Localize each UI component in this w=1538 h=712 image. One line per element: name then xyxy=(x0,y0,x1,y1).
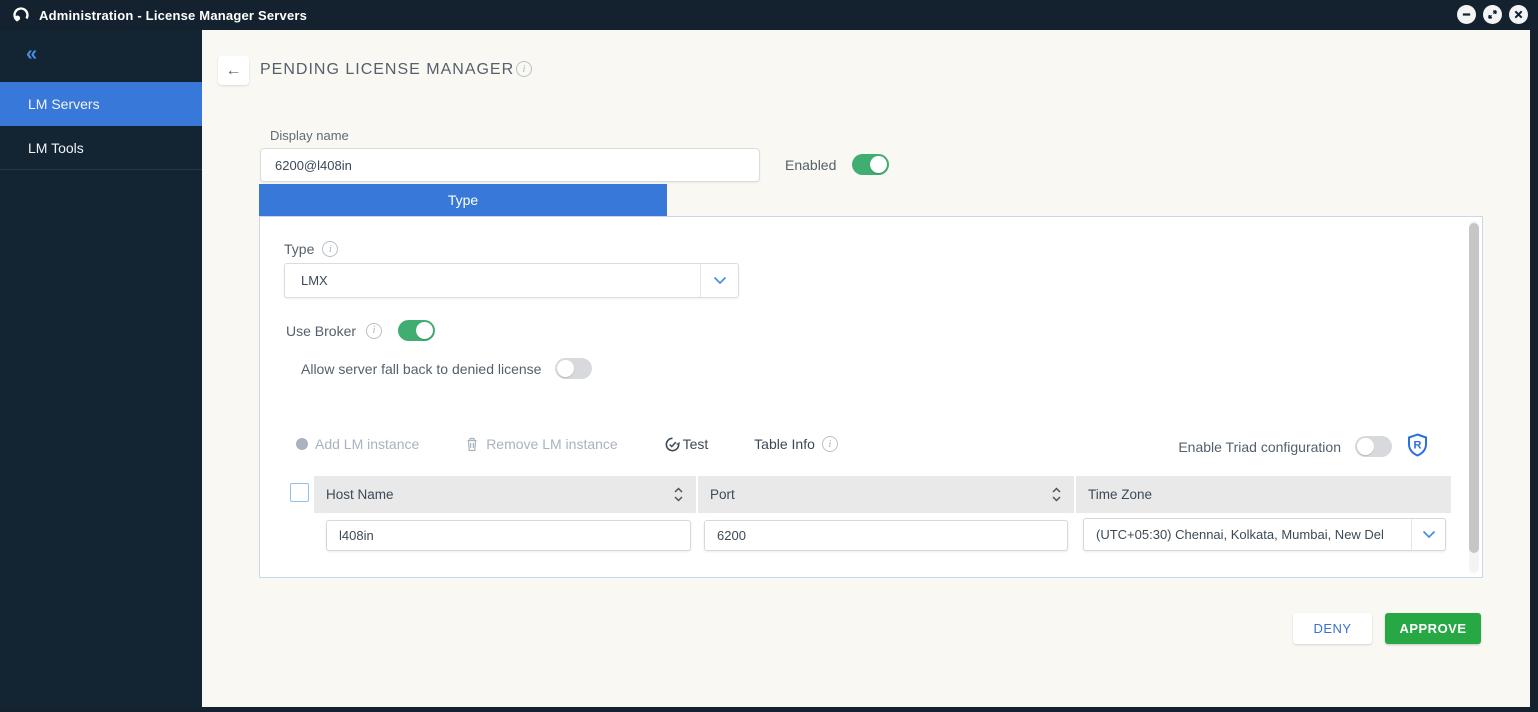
port-input[interactable] xyxy=(704,520,1068,551)
host-name-input[interactable] xyxy=(326,520,691,551)
triad-label: Enable Triad configuration xyxy=(1178,438,1341,455)
table-header: Host Name Port Time Zone xyxy=(314,476,1451,513)
toggle-knob xyxy=(870,156,887,173)
column-label: Port xyxy=(710,487,735,502)
display-name-input[interactable] xyxy=(260,148,760,182)
table-info-button[interactable]: Table Info i xyxy=(754,436,838,453)
instance-toolbar: Add LM instance Remove LM instance Test … xyxy=(296,433,1458,460)
shield-r-icon: R xyxy=(1408,433,1427,457)
sidebar-item-lm-servers[interactable]: LM Servers xyxy=(0,82,202,126)
test-label: Test xyxy=(682,436,709,453)
close-button[interactable] xyxy=(1509,5,1528,24)
test-button[interactable]: Test xyxy=(664,436,709,453)
add-lm-instance-button[interactable]: Add LM instance xyxy=(296,436,419,452)
tab-bar: Type xyxy=(259,184,1481,216)
use-broker-label: Use Broker xyxy=(286,322,357,339)
enabled-toggle[interactable] xyxy=(852,154,889,175)
column-header-host-name[interactable]: Host Name xyxy=(314,476,698,513)
fallback-toggle[interactable] xyxy=(555,358,593,379)
use-broker-info-icon[interactable]: i xyxy=(366,322,383,339)
chevron-down-icon xyxy=(700,264,738,297)
display-name-label: Display name xyxy=(270,128,349,143)
sort-icon[interactable] xyxy=(673,486,684,503)
scrollbar-thumb[interactable] xyxy=(1469,223,1479,553)
type-info-icon[interactable]: i xyxy=(322,241,339,257)
svg-text:R: R xyxy=(1414,440,1422,452)
fallback-label: Allow server fall back to denied license xyxy=(301,360,542,377)
test-icon xyxy=(665,437,680,452)
chevron-down-icon xyxy=(1411,519,1445,550)
type-panel: Type i LMX Use Broker i Allow server fal… xyxy=(259,216,1483,578)
sidebar-collapse-button[interactable]: « xyxy=(0,30,202,64)
select-all-checkbox[interactable] xyxy=(290,483,309,502)
trash-icon xyxy=(467,438,477,452)
column-label: Host Name xyxy=(326,487,394,502)
main-content: ← PENDING LICENSE MANAGER i Display name… xyxy=(202,30,1530,707)
remove-lm-instance-button[interactable]: Remove LM instance xyxy=(465,436,618,452)
type-dropdown[interactable]: LMX xyxy=(284,263,739,298)
time-zone-dropdown[interactable]: (UTC+05:30) Chennai, Kolkata, Mumbai, Ne… xyxy=(1083,518,1446,551)
maximize-button[interactable] xyxy=(1483,5,1502,24)
add-instance-icon xyxy=(296,438,308,451)
titlebar: Administration - License Manager Servers xyxy=(0,0,1538,30)
type-field-label: Type xyxy=(284,241,315,257)
back-button[interactable]: ← xyxy=(218,56,249,85)
window-title: Administration - License Manager Servers xyxy=(39,7,308,23)
column-label: Time Zone xyxy=(1088,487,1153,502)
app-logo-icon xyxy=(13,7,29,23)
time-zone-value: (UTC+05:30) Chennai, Kolkata, Mumbai, Ne… xyxy=(1096,527,1384,542)
add-lm-instance-label: Add LM instance xyxy=(315,436,420,453)
table-info-label: Table Info xyxy=(754,436,815,453)
triad-toggle[interactable] xyxy=(1355,436,1392,457)
reload-shield-button[interactable]: R xyxy=(1407,433,1428,460)
deny-button[interactable]: DENY xyxy=(1293,613,1372,644)
panel-scrollbar xyxy=(1469,221,1479,573)
page-title-info-icon[interactable]: i xyxy=(516,61,532,77)
column-header-time-zone[interactable]: Time Zone xyxy=(1076,476,1451,513)
column-header-port[interactable]: Port xyxy=(698,476,1076,513)
remove-lm-instance-label: Remove LM instance xyxy=(486,436,618,453)
approve-button[interactable]: APPROVE xyxy=(1385,613,1481,644)
page-title: PENDING LICENSE MANAGER xyxy=(260,61,515,78)
type-dropdown-value: LMX xyxy=(301,273,328,288)
sidebar-item-label: LM Servers xyxy=(28,96,100,112)
toggle-knob xyxy=(557,360,575,377)
sidebar-item-lm-tools[interactable]: LM Tools xyxy=(0,126,202,170)
toggle-knob xyxy=(1357,438,1374,455)
minimize-button[interactable] xyxy=(1457,5,1476,24)
table-info-icon: i xyxy=(821,436,838,453)
sidebar: « LM Servers LM Tools xyxy=(0,30,202,707)
sort-icon[interactable] xyxy=(1051,486,1062,503)
use-broker-toggle[interactable] xyxy=(398,320,436,341)
toggle-knob xyxy=(416,322,434,339)
tab-type[interactable]: Type xyxy=(259,184,667,216)
sidebar-item-label: LM Tools xyxy=(28,139,84,156)
enabled-label: Enabled xyxy=(785,157,837,173)
